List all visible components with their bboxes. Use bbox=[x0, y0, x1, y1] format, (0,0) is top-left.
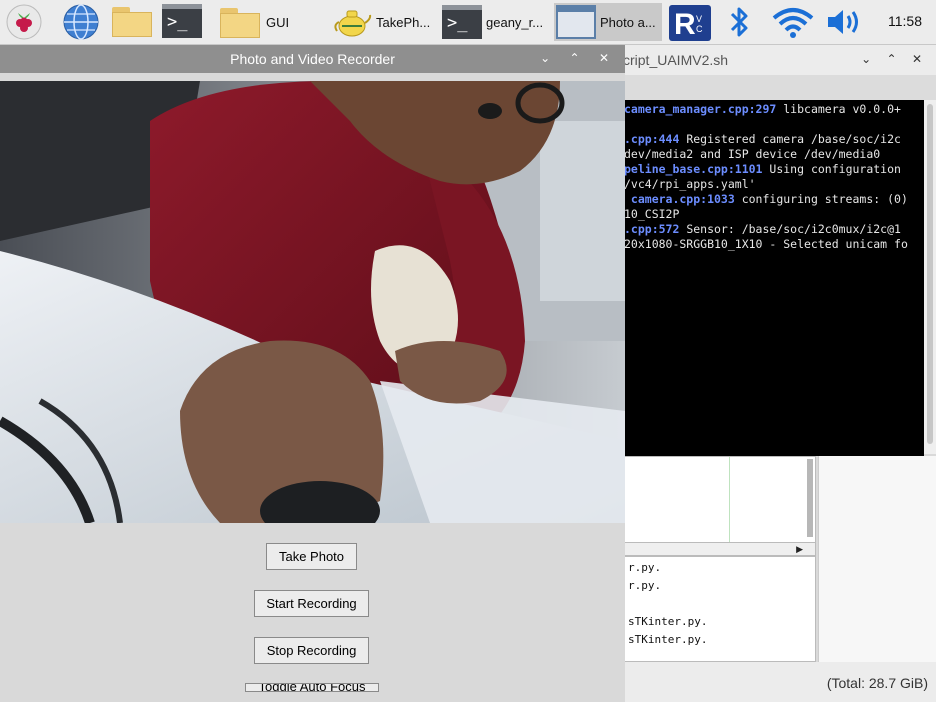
bluetooth-tray-button[interactable] bbox=[726, 4, 754, 40]
task-label: TakePh... bbox=[376, 14, 431, 30]
task-takephoto[interactable]: TakePh... bbox=[332, 3, 436, 41]
list-item[interactable]: r.py. bbox=[628, 561, 661, 574]
list-item[interactable]: r.py. bbox=[628, 579, 661, 592]
minimize-icon[interactable]: ⌄ bbox=[540, 51, 558, 65]
scroll-right-icon[interactable]: ▶ bbox=[796, 544, 803, 555]
svg-text:C: C bbox=[696, 24, 703, 34]
terminal-text: .cpp:572 bbox=[624, 222, 680, 236]
bluetooth-icon bbox=[730, 7, 748, 37]
close-icon[interactable]: ✕ bbox=[599, 51, 617, 65]
task-photo-recorder[interactable]: Photo a... bbox=[554, 3, 662, 41]
terminal-text: camera.cpp:1033 bbox=[624, 192, 735, 206]
file-manager-launcher[interactable] bbox=[110, 4, 154, 40]
app-window-controls: ⌄ ⌃ ✕ bbox=[540, 51, 617, 65]
terminal-text: camera_manager.cpp:297 bbox=[624, 102, 777, 116]
terminal-scrollbar[interactable] bbox=[924, 100, 936, 454]
terminal-line: 20x1080-SRGGB10_1X10 - Selected unicam f… bbox=[624, 237, 924, 252]
terminal-text: 10_CSI2P bbox=[624, 207, 680, 221]
list-item[interactable]: sTKinter.py. bbox=[628, 615, 707, 628]
terminal-line: dev/media2 and ISP device /dev/media0 bbox=[624, 147, 924, 162]
terminal-text: Sensor: /base/soc/i2c0mux/i2c@1 bbox=[679, 222, 901, 236]
status-bar: (Total: 28.7 GiB) bbox=[624, 662, 936, 702]
terminal-text: Registered camera /base/soc/i2c bbox=[679, 132, 901, 146]
task-gui[interactable]: GUI bbox=[218, 3, 326, 41]
terminal-text: libcamera v0.0.0+ bbox=[776, 102, 901, 116]
terminal-text: /vc4/rpi_apps.yaml' bbox=[624, 177, 756, 191]
browser-launcher[interactable] bbox=[60, 4, 102, 40]
minimize-icon[interactable]: ⌄ bbox=[861, 52, 877, 66]
terminal-line: camera.cpp:1033 configuring streams: (0) bbox=[624, 192, 924, 207]
clock[interactable]: 11:58 bbox=[888, 13, 922, 29]
wifi-icon bbox=[772, 8, 814, 38]
raspberry-icon bbox=[6, 4, 42, 40]
background-window-titlebar[interactable]: cript_UAIMV2.sh ⌄ ⌃ ✕ bbox=[620, 45, 936, 75]
file-list[interactable]: r.py. r.py. sTKinter.py. sTKinter.py. bbox=[624, 556, 816, 662]
teapot-icon bbox=[334, 10, 372, 37]
maximize-icon[interactable]: ⌃ bbox=[887, 52, 903, 66]
maximize-icon[interactable]: ⌃ bbox=[570, 51, 588, 65]
taskbar: >_ GUI TakePh... >_ geany_r... Photo a..… bbox=[0, 0, 936, 45]
take-photo-label: Take Photo bbox=[278, 549, 345, 564]
terminal-line: /vc4/rpi_apps.yaml' bbox=[624, 177, 924, 192]
task-geany[interactable]: >_ geany_r... bbox=[442, 3, 550, 41]
speaker-icon bbox=[828, 10, 858, 34]
vnc-icon: R V C bbox=[669, 5, 711, 41]
terminal-line: camera_manager.cpp:297 libcamera v0.0.0+ bbox=[624, 102, 924, 117]
app-window-titlebar[interactable]: Photo and Video Recorder ⌄ ⌃ ✕ bbox=[0, 45, 625, 73]
background-window-controls: ⌄ ⌃ ✕ bbox=[861, 52, 928, 66]
start-recording-label: Start Recording bbox=[266, 596, 357, 611]
terminal-icon: >_ bbox=[162, 4, 202, 38]
close-icon[interactable]: ✕ bbox=[912, 52, 928, 66]
task-label: GUI bbox=[266, 14, 290, 30]
storage-status: (Total: 28.7 GiB) bbox=[826, 675, 928, 691]
terminal-line: peline_base.cpp:1101 Using configuration bbox=[624, 162, 924, 177]
terminal-line: .cpp:572 Sensor: /base/soc/i2c0mux/i2c@1 bbox=[624, 222, 924, 237]
horizontal-scrollbar[interactable]: ▶ bbox=[624, 542, 816, 556]
toggle-auto-focus-label: Toggle Auto Focus bbox=[258, 683, 366, 692]
volume-tray-button[interactable] bbox=[824, 4, 866, 40]
terminal-text: 20x1080-SRGGB10_1X10 - Selected unicam f… bbox=[624, 237, 908, 251]
terminal-text: Using configuration bbox=[762, 162, 901, 176]
start-recording-button[interactable]: Start Recording bbox=[254, 590, 369, 617]
stop-recording-label: Stop Recording bbox=[266, 643, 357, 658]
list-item[interactable]: sTKinter.py. bbox=[628, 633, 707, 646]
terminal-text: peline_base.cpp:1101 bbox=[624, 162, 763, 176]
terminal-text: configuring streams: (0) bbox=[734, 192, 908, 206]
toggle-auto-focus-button[interactable]: Toggle Auto Focus bbox=[245, 683, 379, 692]
window-icon bbox=[556, 5, 596, 39]
raspberry-menu-button[interactable] bbox=[4, 4, 44, 40]
task-label: geany_r... bbox=[486, 14, 544, 30]
terminal-line bbox=[624, 117, 924, 132]
globe-icon bbox=[63, 4, 99, 40]
editor-scrollbar[interactable] bbox=[807, 459, 813, 537]
folder-icon bbox=[218, 5, 262, 39]
stop-recording-button[interactable]: Stop Recording bbox=[254, 637, 369, 664]
editor-pane[interactable] bbox=[624, 456, 816, 544]
side-pane bbox=[818, 456, 936, 662]
background-window-title: cript_UAIMV2.sh bbox=[623, 52, 729, 68]
app-window-title: Photo and Video Recorder bbox=[230, 51, 395, 67]
folder-icon bbox=[110, 4, 154, 38]
app-window-body: Take Photo Start Recording Stop Recordin… bbox=[0, 73, 625, 702]
terminal-launcher[interactable]: >_ bbox=[162, 4, 202, 40]
svg-text:R: R bbox=[674, 8, 696, 41]
camera-preview-image bbox=[0, 81, 625, 523]
wifi-tray-button[interactable] bbox=[770, 4, 816, 40]
take-photo-button[interactable]: Take Photo bbox=[266, 543, 357, 570]
camera-preview bbox=[0, 81, 625, 523]
terminal-output[interactable]: camera_manager.cpp:297 libcamera v0.0.0+… bbox=[624, 100, 924, 456]
task-label: Photo a... bbox=[600, 14, 656, 30]
terminal-text: .cpp:444 bbox=[624, 132, 680, 146]
terminal-line: .cpp:444 Registered camera /base/soc/i2c bbox=[624, 132, 924, 147]
vnc-tray-button[interactable]: R V C bbox=[668, 4, 712, 41]
svg-text:V: V bbox=[696, 14, 702, 24]
terminal-line: 10_CSI2P bbox=[624, 207, 924, 222]
terminal-icon: >_ bbox=[442, 5, 482, 39]
background-window-toolbar bbox=[620, 75, 936, 100]
terminal-text: dev/media2 and ISP device /dev/media0 bbox=[624, 147, 881, 161]
